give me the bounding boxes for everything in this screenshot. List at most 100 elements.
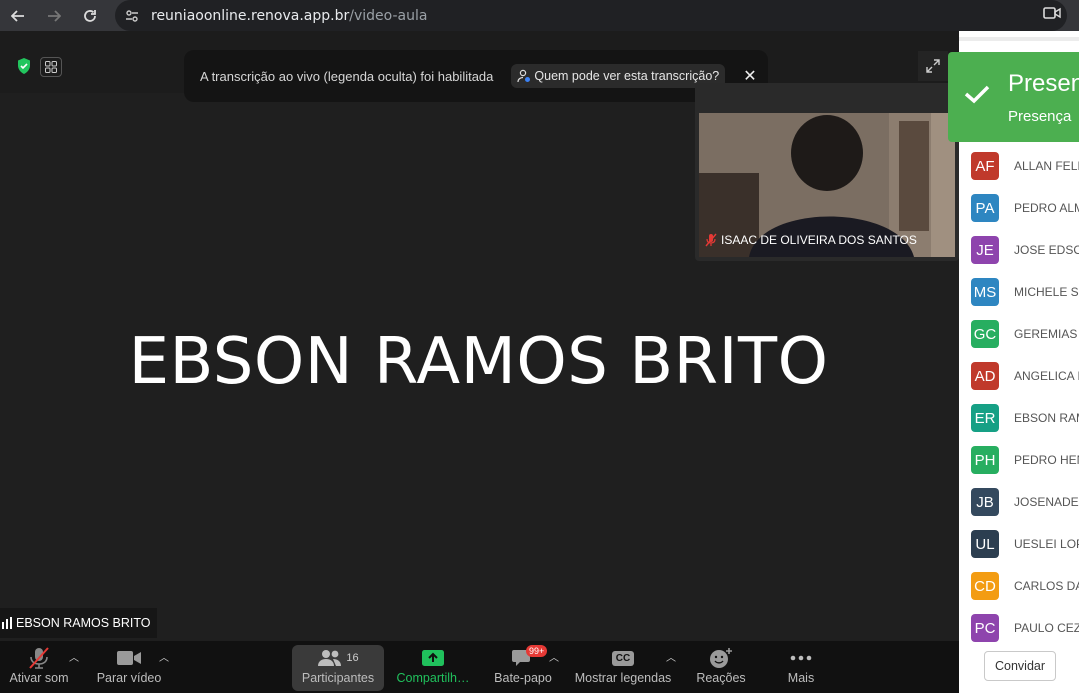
who-can-see-label: Quem pode ver esta transcrição? — [534, 69, 720, 83]
invite-button[interactable]: Convidar — [984, 651, 1056, 681]
video-camera-icon — [117, 651, 141, 665]
chevron-up-icon[interactable]: ︿ — [69, 649, 79, 664]
participant-row[interactable]: AD ANGELICA I — [971, 355, 1079, 397]
more-dots-icon — [790, 655, 812, 661]
participant-row[interactable]: JE JOSE EDSO — [971, 229, 1079, 271]
meeting-toolbar: Ativar som ︿ Parar vídeo ︿ 16 Participan… — [0, 641, 959, 693]
closed-captions-icon: CC — [611, 650, 635, 666]
show-captions-button[interactable]: CC Mostrar legendas — [574, 645, 672, 691]
security-shield-icon[interactable] — [16, 57, 32, 80]
participant-name: PAULO CEZA — [1014, 621, 1079, 635]
unmute-button[interactable]: Ativar som — [8, 645, 70, 691]
avatar: JB — [971, 488, 999, 516]
show-captions-label: Mostrar legendas — [574, 671, 672, 685]
share-screen-button[interactable]: Compartilh… — [395, 645, 471, 691]
participant-name: JOSENADE — [1014, 495, 1079, 509]
participant-video: ISAAC DE OLIVEIRA DOS SANTOS — [699, 113, 955, 257]
view-grid-icon[interactable] — [40, 57, 62, 77]
reactions-label: Reações — [696, 671, 746, 685]
chat-button[interactable]: 99+ Bate-papo — [492, 645, 554, 691]
chat-badge: 99+ — [526, 645, 548, 657]
participants-button[interactable]: 16 Participantes — [292, 645, 384, 691]
participant-row[interactable]: ER EBSON RAM — [971, 397, 1079, 439]
speaker-name-tag: EBSON RAMOS BRITO — [0, 608, 157, 638]
avatar: PC — [971, 614, 999, 642]
unmute-label: Ativar som — [9, 671, 69, 685]
back-button[interactable] — [6, 4, 30, 28]
panel-divider — [959, 37, 1079, 41]
more-button[interactable]: Mais — [776, 645, 826, 691]
transcription-message: A transcrição ao vivo (legenda oculta) f… — [200, 68, 494, 84]
audio-level-icon — [2, 617, 12, 629]
browser-toolbar: reuniaoonline.renova.app.br/video-aula — [0, 0, 1079, 31]
avatar: ER — [971, 404, 999, 432]
avatar: JE — [971, 236, 999, 264]
participant-row[interactable]: UL UESLEI LOP — [971, 523, 1079, 565]
active-speaker-name: EBSON RAMOS BRITO — [128, 325, 829, 399]
participant-row[interactable]: PC PAULO CEZA — [971, 607, 1079, 649]
stop-video-label: Parar vídeo — [96, 671, 162, 685]
participant-row[interactable]: CD CARLOS DA — [971, 565, 1079, 607]
avatar: AF — [971, 152, 999, 180]
participant-name: ALLAN FELI — [1014, 159, 1079, 173]
site-settings-icon[interactable] — [121, 5, 143, 27]
share-screen-icon — [422, 650, 444, 666]
participant-name: PEDRO ALM — [1014, 201, 1079, 215]
participant-name: GEREMIAS C — [1014, 327, 1079, 341]
user-lock-icon — [517, 69, 531, 83]
participant-name: PEDRO HEN — [1014, 453, 1079, 467]
arrow-right-icon — [48, 9, 61, 22]
transcription-notification: A transcrição ao vivo (legenda oculta) f… — [184, 50, 768, 102]
participant-row[interactable]: JB JOSENADE — [971, 481, 1079, 523]
forward-button[interactable] — [42, 4, 66, 28]
participants-count: 16 — [346, 652, 359, 664]
who-can-see-transcript-button[interactable]: Quem pode ver esta transcrição? — [511, 64, 726, 88]
participants-icon — [318, 650, 342, 666]
checkmark-icon — [964, 84, 990, 109]
chevron-up-icon[interactable]: ︿ — [159, 649, 169, 664]
avatar: UL — [971, 530, 999, 558]
participant-row[interactable]: MS MICHELE SI — [971, 271, 1079, 313]
chevron-up-icon[interactable]: ︿ — [549, 649, 559, 664]
participant-list: AF ALLAN FELI PA PEDRO ALM JE JOSE EDSO MS MICH… — [971, 145, 1079, 649]
participant-row[interactable]: PA PEDRO ALM — [971, 187, 1079, 229]
avatar: AD — [971, 362, 999, 390]
meeting-view: A transcrição ao vivo (legenda oculta) f… — [0, 31, 959, 641]
participant-name: UESLEI LOP — [1014, 537, 1079, 551]
stop-video-button[interactable]: Parar vídeo — [96, 645, 162, 691]
avatar: GC — [971, 320, 999, 348]
emoji-add-icon — [710, 648, 732, 668]
thumbnail-participant-name: ISAAC DE OLIVEIRA DOS SANTOS — [721, 233, 917, 247]
participant-name: ANGELICA I — [1014, 369, 1079, 383]
avatar: MS — [971, 278, 999, 306]
more-label: Mais — [787, 671, 815, 685]
participant-name: CARLOS DA — [1014, 579, 1079, 593]
speaker-tag-name: EBSON RAMOS BRITO — [16, 616, 151, 630]
presence-notification: Presença Presença — [948, 52, 1079, 142]
chevron-up-icon[interactable]: ︿ — [666, 649, 676, 664]
presence-subtitle: Presença — [1008, 108, 1072, 125]
camera-in-use-icon[interactable] — [1043, 6, 1061, 25]
presence-title: Presença — [1008, 70, 1079, 97]
arrow-left-icon — [11, 9, 24, 22]
reload-icon — [84, 9, 96, 22]
avatar: PA — [971, 194, 999, 222]
participant-name: MICHELE SI — [1014, 285, 1079, 299]
muted-mic-icon — [705, 233, 717, 247]
participant-row[interactable]: AF ALLAN FELI — [971, 145, 1079, 187]
avatar: PH — [971, 446, 999, 474]
chat-label: Bate-papo — [494, 671, 552, 685]
reload-button[interactable] — [78, 4, 102, 28]
share-screen-label: Compartilh… — [396, 671, 470, 685]
participant-thumbnail[interactable]: ISAAC DE OLIVEIRA DOS SANTOS — [695, 83, 959, 261]
reactions-button[interactable]: Reações — [696, 645, 746, 691]
participant-row[interactable]: PH PEDRO HEN — [971, 439, 1079, 481]
avatar: CD — [971, 572, 999, 600]
address-bar[interactable]: reuniaoonline.renova.app.br/video-aula — [115, 0, 1067, 31]
participant-name: EBSON RAM — [1014, 411, 1079, 425]
expand-icon[interactable] — [918, 51, 948, 81]
participant-row[interactable]: GC GEREMIAS C — [971, 313, 1079, 355]
participants-label: Participantes — [301, 671, 375, 685]
participant-name: JOSE EDSO — [1014, 243, 1079, 257]
url-path: /video-aula — [349, 7, 428, 24]
